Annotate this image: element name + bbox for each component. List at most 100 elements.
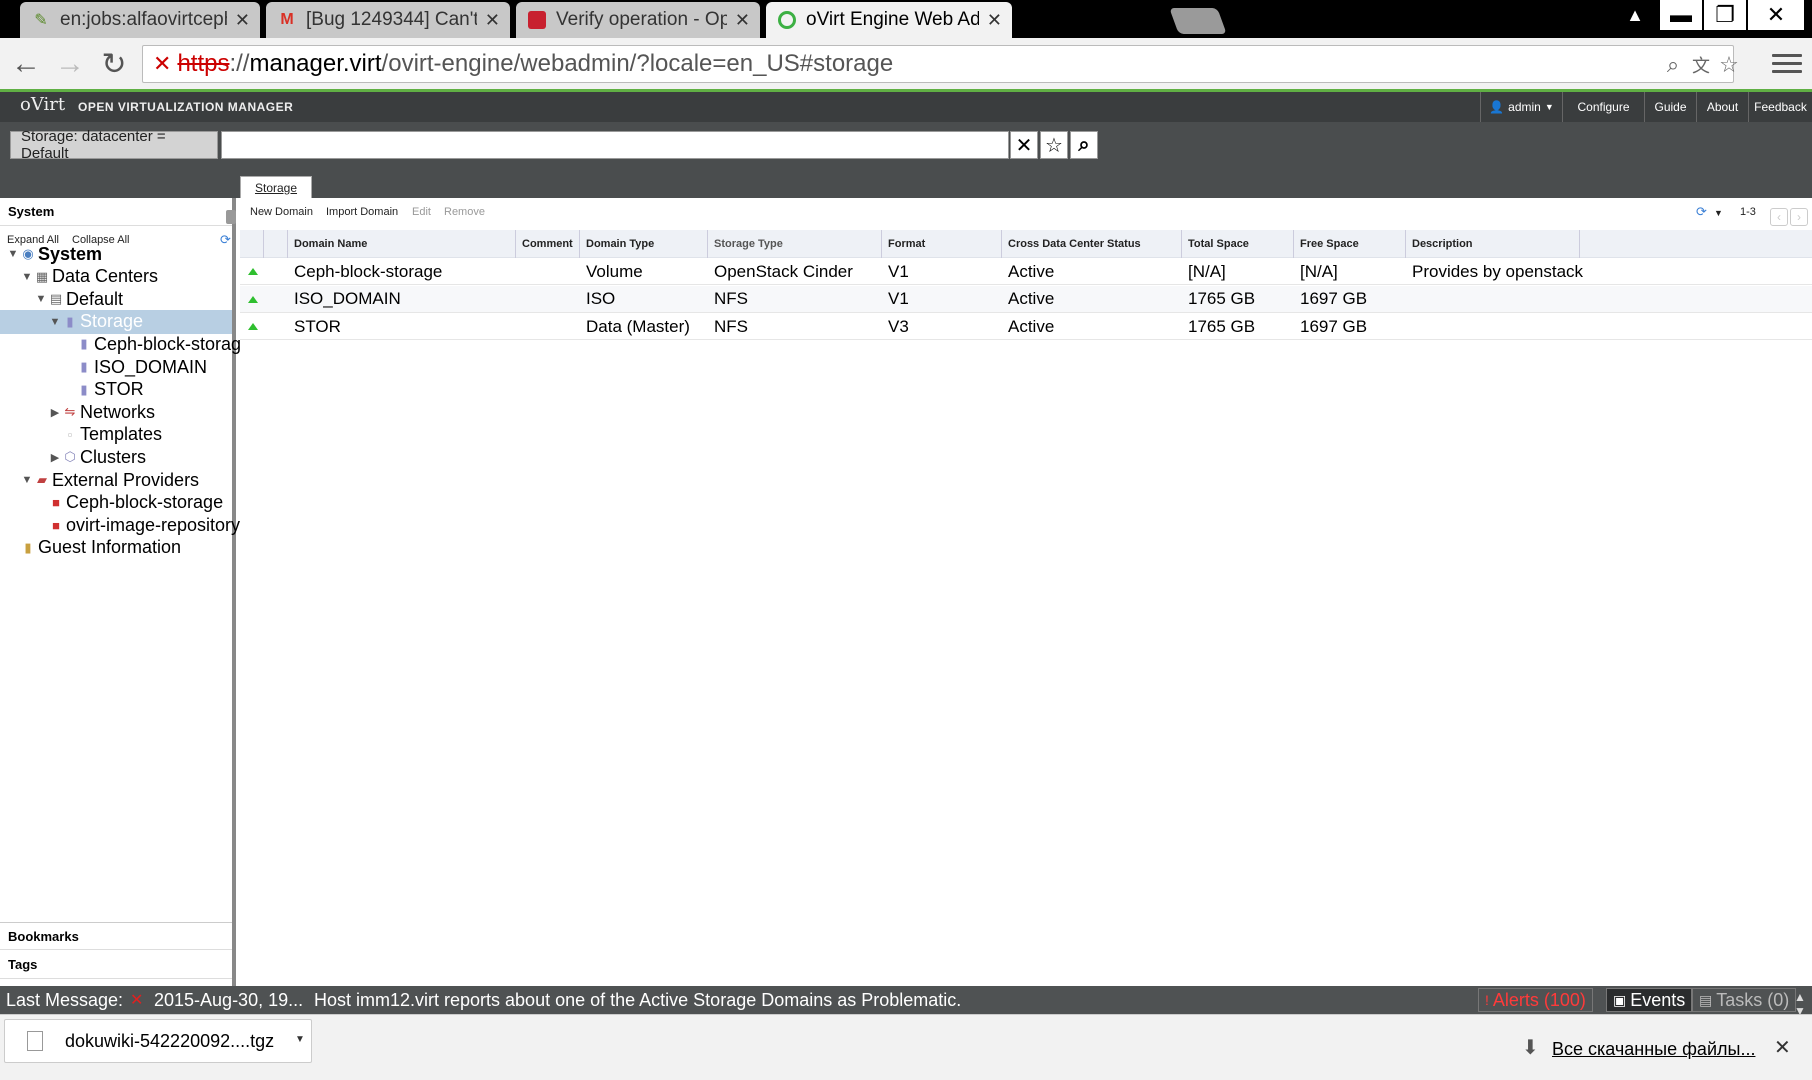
tree-node-system[interactable]: ▼ ◉ System — [6, 242, 103, 266]
app-header: oVirt OPEN VIRTUALIZATION MANAGER 👤 admi… — [0, 92, 1812, 122]
column-header-description[interactable]: Description — [1406, 230, 1580, 258]
collapse-panel-handle[interactable] — [226, 210, 236, 224]
minimize-button[interactable]: ▬ — [1660, 0, 1702, 30]
collapsed-arrow-icon[interactable]: ▶ — [48, 451, 62, 464]
tree-node-networks[interactable]: ▶ ⇋ Networks — [48, 400, 155, 424]
address-bar[interactable]: ✕ https://manager.virt/ovirt-engine/weba… — [142, 45, 1739, 83]
tree-node-label: ovirt-image-repository — [66, 514, 241, 535]
alerts-label: Alerts (100) — [1492, 989, 1586, 1010]
expanded-arrow-icon[interactable]: ▼ — [6, 248, 20, 260]
expanded-arrow-icon[interactable]: ▼ — [34, 293, 48, 305]
table-row[interactable]: STOR Data (Master) NFS V3 Active 1765 GB 1697 … — [240, 313, 1812, 340]
tree-node-templates[interactable]: ▫ Templates — [48, 423, 162, 447]
openstack-icon — [526, 9, 548, 31]
tree-node-label: Networks — [80, 401, 156, 422]
tree-node-default[interactable]: ▼ ▤ Default — [34, 287, 124, 311]
table-row[interactable]: ISO_DOMAIN ISO NFS V1 Active 1765 GB 1697 GB — [240, 285, 1812, 313]
column-header-total-space[interactable]: Total Space — [1182, 230, 1294, 258]
domain-name-cell: STOR — [294, 316, 341, 336]
tree-node-clusters[interactable]: ▶ ⬡ Clusters — [48, 445, 146, 469]
tab-storage[interactable]: Storage — [240, 176, 312, 198]
close-tab-icon[interactable]: ✕ — [485, 10, 500, 31]
tree-node-ceph-block-storage[interactable]: ▮ Ceph-block-storage — [62, 332, 251, 356]
alerts-button[interactable]: ! Alerts (100) — [1478, 988, 1593, 1012]
translate-icon[interactable]: 文 — [1687, 52, 1715, 78]
tasks-button[interactable]: ▤ Tasks (0) — [1692, 988, 1797, 1012]
configure-link[interactable]: Configure — [1562, 92, 1644, 122]
tree-node-data-centers[interactable]: ▼ ▦ Data Centers — [20, 265, 159, 289]
tree-node-stor[interactable]: ▮ STOR — [62, 378, 143, 402]
forward-arrow-icon[interactable]: → — [52, 46, 88, 82]
comment-cell — [516, 258, 580, 285]
search-icon[interactable]: ⌕ — [1070, 131, 1098, 159]
column-header-storage-type[interactable]: Storage Type — [708, 230, 882, 258]
events-button[interactable]: ▣ Events — [1606, 988, 1693, 1012]
tree-node-label: Guest Information — [38, 537, 182, 558]
tree-node-storage[interactable]: ▼ ▮ Storage — [0, 309, 232, 334]
next-page-icon[interactable]: › — [1790, 208, 1808, 226]
expanded-arrow-icon[interactable]: ▼ — [20, 271, 34, 283]
collapsed-arrow-icon[interactable]: ▶ — [48, 406, 62, 419]
refresh-grid-icon[interactable]: ⟳ — [1696, 204, 1707, 220]
bookmark-search-icon[interactable]: ☆ — [1040, 131, 1068, 159]
download-item[interactable]: dokuwiki-542220092....tgz ▼ — [4, 1019, 312, 1063]
description-cell — [1406, 313, 1806, 340]
storage-type-cell: OpenStack Cinder — [714, 261, 853, 281]
reload-icon[interactable]: ↻ — [96, 46, 132, 82]
previous-page-icon[interactable]: ‹ — [1770, 208, 1788, 226]
new-domain-button[interactable]: New Domain — [250, 206, 313, 218]
guide-link[interactable]: Guide — [1644, 92, 1696, 122]
edit-button[interactable]: Edit — [412, 206, 431, 218]
back-arrow-icon[interactable]: ← — [8, 46, 44, 82]
providers-icon: ▰ — [37, 472, 47, 487]
new-tab-button[interactable] — [1169, 8, 1227, 34]
tree-node-iso-domain[interactable]: ▮ ISO_DOMAIN — [62, 355, 207, 379]
show-all-downloads-link[interactable]: Все скачанные файлы... — [1552, 1039, 1755, 1060]
restore-button[interactable]: ❐ — [1704, 0, 1746, 30]
tree-node-guest-information[interactable]: ▮ Guest Information — [6, 536, 181, 560]
wiki-icon: ✎ — [34, 12, 48, 29]
browser-tab-wiki[interactable]: ✎ en:jobs:alfaovirtceph [IT N ✕ — [20, 2, 260, 38]
column-header-format[interactable]: Format — [882, 230, 1002, 258]
browser-tab-gmail[interactable]: M [Bug 1249344] Can't creat ✕ — [266, 2, 510, 38]
profile-icon[interactable]: ▲ — [1620, 2, 1650, 28]
tree-node-label: System — [38, 243, 103, 264]
user-menu[interactable]: 👤 admin ▼ — [1480, 92, 1562, 122]
bookmark-star-icon[interactable]: ☆ — [1715, 52, 1743, 78]
feedback-link[interactable]: Feedback — [1748, 92, 1812, 122]
import-domain-button[interactable]: Import Domain — [326, 206, 398, 218]
close-window-button[interactable]: ✕ — [1748, 0, 1804, 30]
browser-tab-openstack[interactable]: Verify operation - OpenSt ✕ — [516, 2, 760, 38]
search-input[interactable] — [221, 131, 1009, 159]
zoom-icon[interactable]: ⌕ — [1659, 52, 1687, 78]
chevron-down-icon[interactable]: ▼ — [295, 1034, 305, 1045]
column-header-domain-name[interactable]: Domain Name — [288, 230, 516, 258]
close-tab-icon[interactable]: ✕ — [735, 10, 750, 31]
tree-node-ceph-block-storage[interactable]: ■ Ceph-block-storage — [34, 491, 223, 515]
tree-node-ovirt-image-repository[interactable]: ■ ovirt-image-repository — [34, 513, 240, 537]
refresh-tree-icon[interactable]: ⟳ — [220, 232, 231, 248]
browser-menu-icon[interactable] — [1772, 48, 1802, 78]
chevron-down-icon[interactable]: ▼ — [1714, 208, 1723, 218]
column-header-cross-dc-status[interactable]: Cross Data Center Status — [1002, 230, 1182, 258]
expanded-arrow-icon[interactable]: ▼ — [20, 474, 34, 486]
browser-tab-strip: ✎ en:jobs:alfaovirtceph [IT N ✕ M [Bug 1… — [0, 0, 1812, 38]
close-tab-icon[interactable]: ✕ — [235, 10, 250, 31]
expanded-arrow-icon[interactable]: ▼ — [48, 316, 62, 328]
browser-tab-ovirt[interactable]: oVirt Engine Web Adminis ✕ — [766, 2, 1012, 38]
status-up-icon — [248, 295, 258, 303]
datacenters-icon: ▦ — [35, 268, 49, 284]
tags-section[interactable]: Tags — [0, 951, 232, 979]
column-header-comment[interactable]: Comment — [516, 230, 580, 258]
about-link[interactable]: About — [1696, 92, 1748, 122]
column-header-free-space[interactable]: Free Space — [1294, 230, 1406, 258]
close-icon[interactable]: ✕ — [1774, 1035, 1791, 1060]
bookmarks-section[interactable]: Bookmarks — [0, 922, 232, 950]
remove-button[interactable]: Remove — [444, 206, 485, 218]
clear-search-icon[interactable]: ✕ — [1010, 131, 1038, 159]
column-header-domain-type[interactable]: Domain Type — [580, 230, 708, 258]
tree-node-external-providers[interactable]: ▼ ▰ External Providers — [20, 468, 200, 492]
table-row[interactable]: Ceph-block-storage Volume OpenStack Cinder… — [240, 258, 1812, 285]
insecure-connection-icon[interactable]: ✕ — [153, 51, 171, 77]
close-tab-icon[interactable]: ✕ — [987, 10, 1002, 31]
